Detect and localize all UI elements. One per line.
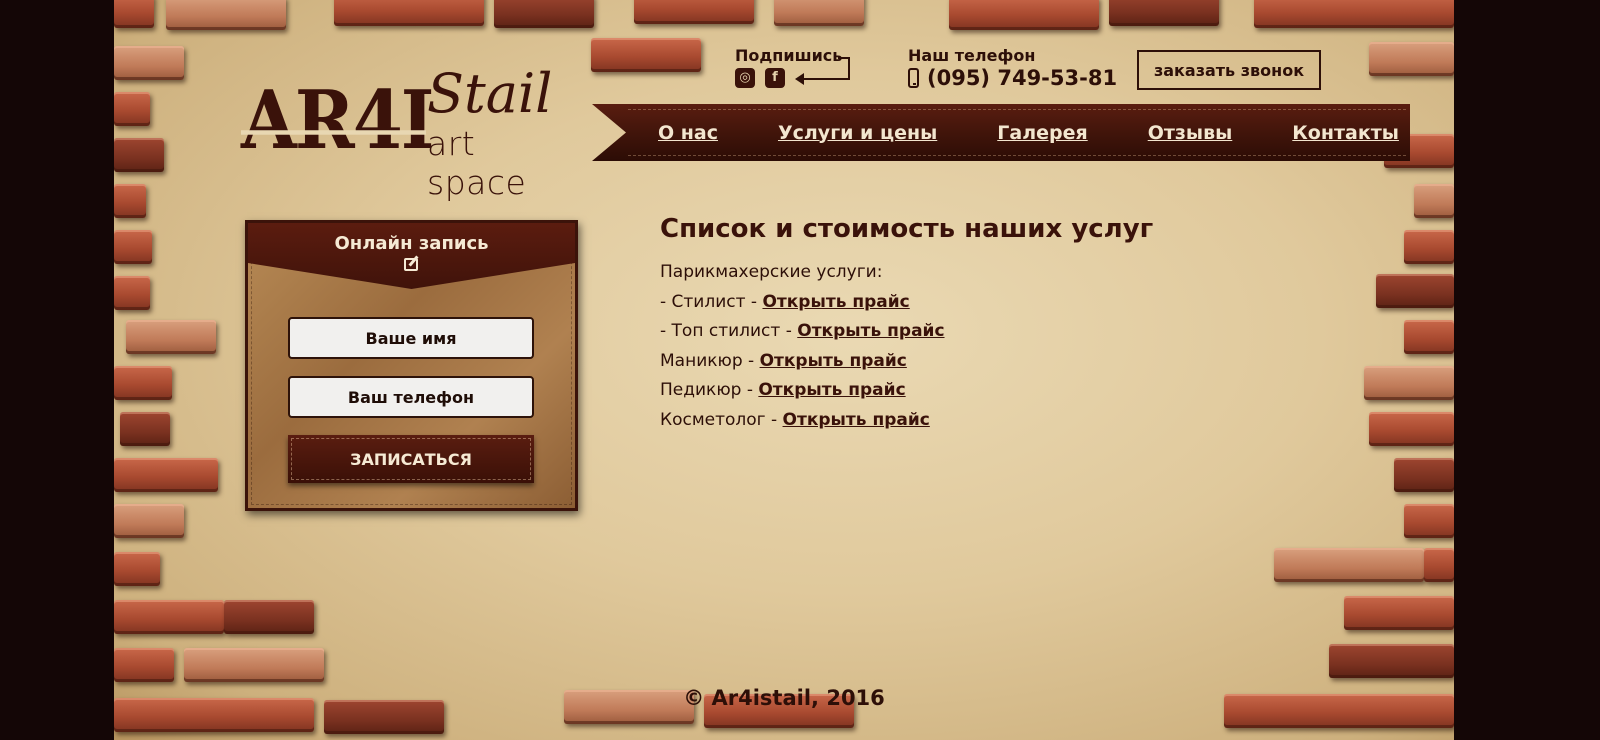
price-link[interactable]: Открыть прайс <box>797 321 944 341</box>
service-row: Педикюр - Открыть прайс <box>660 376 1153 406</box>
service-label: Маникюр - <box>660 350 760 371</box>
phone-label: Наш телефон <box>908 46 1036 65</box>
price-link[interactable]: Открыть прайс <box>760 351 907 371</box>
facebook-icon[interactable]: f <box>765 68 785 88</box>
logo-tagline: art space <box>427 124 527 202</box>
service-row: - Топ стилист - Открыть прайс <box>660 317 1153 347</box>
page-canvas: AR4I Stail art space Подпишись ◎ f Наш т… <box>114 0 1454 740</box>
site-logo[interactable]: AR4I Stail art space <box>241 62 581 202</box>
nav-item-about[interactable]: О нас <box>658 122 718 144</box>
submit-booking-button[interactable]: ЗАПИСАТЬСЯ <box>288 435 534 483</box>
services-heading: Парикмахерские услуги: <box>660 262 883 282</box>
booking-title: Онлайн запись <box>334 233 489 254</box>
social-links: ◎ f <box>735 68 785 88</box>
instagram-icon[interactable]: ◎ <box>735 68 755 88</box>
logo-mark: AR4I <box>241 72 434 168</box>
service-label: Косметолог - <box>660 409 783 430</box>
service-label: Педикюр - <box>660 380 759 400</box>
subscribe-label: Подпишись <box>735 46 843 65</box>
logo-word: Stail <box>427 62 553 125</box>
nav-item-gallery[interactable]: Галерея <box>997 122 1087 144</box>
nav-item-services[interactable]: Услуги и цены <box>778 122 937 144</box>
service-row: Маникюр - Открыть прайс <box>660 347 1153 377</box>
nav-item-reviews[interactable]: Отзывы <box>1148 122 1233 144</box>
main-nav: О нас Услуги и цены Галерея Отзывы Конта… <box>592 104 1410 161</box>
services-section: Список и стоимость наших услуг Парикмахе… <box>660 214 1153 435</box>
price-link[interactable]: Открыть прайс <box>783 410 930 430</box>
service-label: - Стилист - <box>660 291 763 312</box>
callback-button[interactable]: заказать звонок <box>1137 50 1321 90</box>
phone-number: (095) 749-53-81 <box>927 66 1118 90</box>
online-booking-panel: Онлайн запись Ваше имя Ваш телефон ЗАПИС… <box>245 220 578 511</box>
price-link[interactable]: Открыть прайс <box>758 380 905 400</box>
name-input[interactable]: Ваше имя <box>288 317 534 359</box>
submit-booking-label: ЗАПИСАТЬСЯ <box>350 449 472 469</box>
footer-copyright: © Ar4istail, 2016 <box>683 686 885 710</box>
service-row: Косметолог - Открыть прайс <box>660 406 1153 436</box>
phone-input[interactable]: Ваш телефон <box>288 376 534 418</box>
price-link[interactable]: Открыть прайс <box>762 292 909 312</box>
edit-icon <box>404 258 418 271</box>
phone-icon <box>908 68 919 88</box>
page-title: Список и стоимость наших услуг <box>660 214 1154 244</box>
service-label: - Топ стилист - <box>660 321 798 341</box>
nav-item-contacts[interactable]: Контакты <box>1292 122 1399 144</box>
service-row: - Стилист - Открыть прайс <box>660 288 1153 318</box>
phone-number-block[interactable]: (095) 749-53-81 <box>908 66 1117 90</box>
